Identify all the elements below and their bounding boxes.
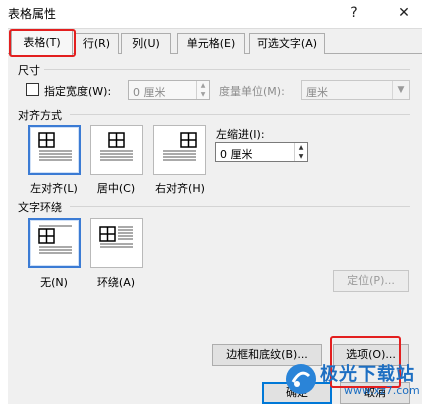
align-right-label: 右对齐(H) (155, 182, 205, 195)
spin-up-icon[interactable]: ▲ (197, 81, 209, 90)
spin-down-icon[interactable]: ▼ (197, 90, 209, 99)
watermark: 极光下载站 www.xz7.com (284, 358, 424, 406)
measure-in-value: 厘米 (306, 86, 328, 99)
spinner-arrows: ▲ ▼ (294, 143, 307, 161)
wrap-none-icon (38, 225, 72, 254)
measure-in-select[interactable]: 厘米 ▼ (301, 80, 410, 100)
dialog-title: 表格属性 (8, 7, 57, 21)
align-center-label: 居中(C) (96, 182, 136, 195)
align-left-label: 左对齐(L) (30, 182, 78, 195)
align-right-option[interactable] (153, 125, 206, 175)
chevron-down-icon: ▼ (392, 81, 409, 99)
watermark-logo-icon (286, 364, 316, 394)
preferred-width-label: 指定宽度(W): (44, 85, 112, 98)
watermark-text: 极光下载站 (320, 364, 415, 385)
wrapping-group-label: 文字环绕 (18, 199, 66, 215)
preferred-width-spinner[interactable]: 0 厘米 ▲ ▼ (128, 80, 210, 100)
spin-up-icon[interactable]: ▲ (295, 143, 307, 152)
alignment-group-line (70, 114, 410, 115)
tab-cell[interactable]: 单元格(E) (177, 33, 245, 54)
preferred-width-checkbox[interactable] (26, 83, 39, 96)
tab-table[interactable]: 表格(T) (11, 30, 73, 55)
align-center-icon (100, 132, 133, 161)
close-button[interactable]: ✕ (391, 2, 417, 24)
tab-row[interactable]: 行(R) (74, 33, 119, 54)
align-left-option[interactable] (28, 125, 81, 175)
measure-in-label: 度量单位(M): (219, 85, 285, 98)
align-left-icon (38, 132, 72, 161)
watermark-url: www.xz7.com (344, 384, 420, 397)
indent-label: 左缩进(I): (216, 128, 265, 141)
align-right-icon (163, 132, 197, 161)
spinner-arrows: ▲ ▼ (196, 81, 209, 99)
size-group-label: 尺寸 (18, 62, 44, 78)
align-center-option[interactable] (90, 125, 143, 175)
wrap-none-label: 无(N) (40, 276, 68, 289)
spin-down-icon[interactable]: ▼ (295, 152, 307, 161)
alignment-group-label: 对齐方式 (18, 107, 66, 123)
wrapping-group-line (70, 206, 410, 207)
tab-column[interactable]: 列(U) (121, 33, 171, 54)
position-button[interactable]: 定位(P)... (333, 270, 409, 292)
preferred-width-value: 0 厘米 (133, 86, 166, 99)
tab-alt-text[interactable]: 可选文字(A) (249, 33, 325, 54)
indent-value: 0 厘米 (220, 148, 253, 161)
indent-spinner[interactable]: 0 厘米 ▲ ▼ (215, 142, 308, 162)
help-button[interactable]: ? (341, 2, 367, 24)
wrap-none-option[interactable] (28, 218, 81, 268)
wrap-around-icon (99, 226, 133, 248)
size-group-line (44, 69, 410, 70)
wrap-around-option[interactable] (90, 218, 143, 268)
wrap-around-label: 环绕(A) (96, 276, 136, 289)
